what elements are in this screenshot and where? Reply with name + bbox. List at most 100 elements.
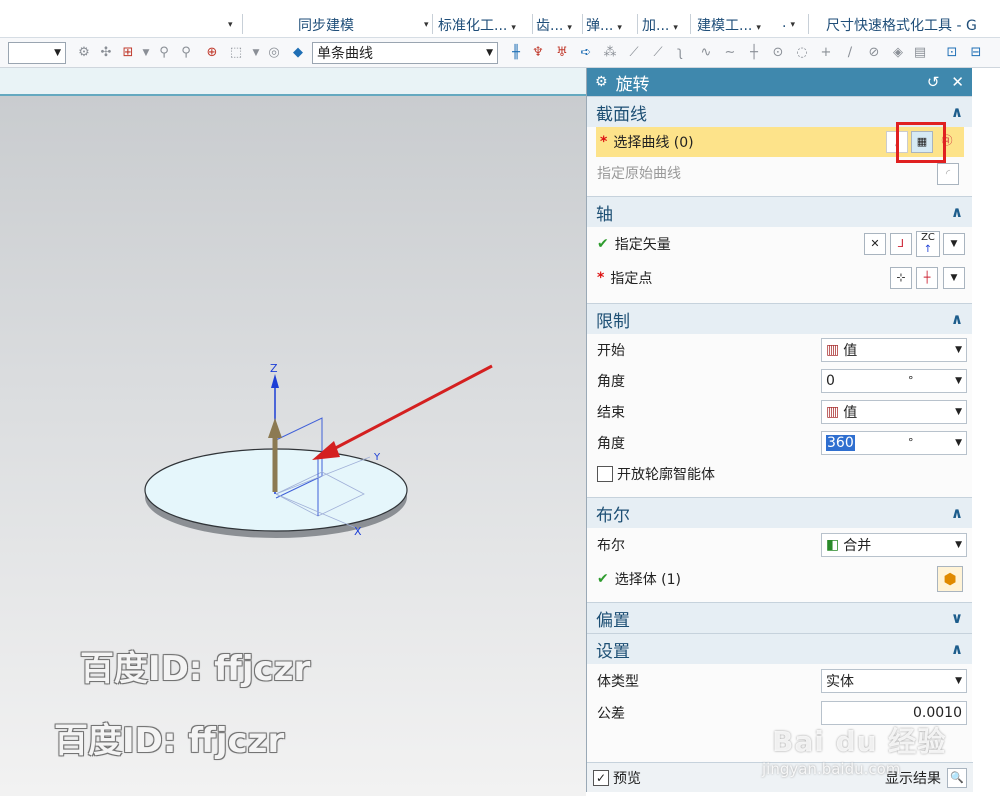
tangent-icon[interactable]: ╫ [508,45,524,61]
point-dialog-icon[interactable]: ⊹ [890,267,912,289]
diamond-icon[interactable]: ◈ [890,45,906,61]
vector-dialog-icon[interactable]: ⅃ [890,233,912,255]
ribbon-dropdown-arrow[interactable]: ▾ [224,15,233,31]
book-icon[interactable]: ▤ [912,45,928,61]
menu-modeling-tools[interactable]: 建模工... ▾ [697,15,761,35]
filter-icon[interactable]: ⚙ [76,45,92,61]
collapse-chevron-icon[interactable]: ∧ [951,310,963,328]
preview-label: 预览 [613,770,641,787]
view-zoom-icon[interactable]: ⊟ [968,45,984,61]
select-curve-row[interactable]: * 选择曲线 (0) ⧸ ▦ ⓠ [596,122,964,163]
separator [242,14,243,34]
snap-icon[interactable]: ⚲ [156,45,172,61]
collapse-chevron-icon[interactable]: ∧ [951,504,963,522]
menu-add[interactable]: 加... ▾ [642,15,678,35]
angle2-label: 角度 [597,435,625,452]
menu-dim-format[interactable]: 尺寸快速格式化工具 - G [826,15,977,35]
body-type-select[interactable]: 实体 ▼ [821,669,967,693]
component-icon[interactable]: ⊕ [204,45,220,61]
separator [690,14,691,34]
start-angle-input[interactable]: 0 ° ▼ [821,368,967,393]
reset-icon[interactable]: ↺ [927,73,940,91]
line-icon[interactable]: ⟋ [626,45,642,61]
section-title: 限制 [596,311,630,332]
open-profile-row[interactable]: 开放轮廓智能体 [587,458,972,489]
point-dropdown-icon[interactable]: ▼ [943,267,965,289]
snap2-icon[interactable]: ⚲ [178,45,194,61]
face-icon[interactable]: ⊘ [866,45,882,61]
feature-icon[interactable]: ⊞ [120,45,136,61]
menu-standardization[interactable]: 标准化工... ▾ [438,15,516,35]
slash-icon[interactable]: ∕ [842,45,858,61]
line2-icon[interactable]: ⟋ [650,45,666,61]
end-label: 结束 [597,404,625,421]
menu-sync-modeling[interactable]: 同步建模 [298,15,354,35]
arc-icon[interactable]: ʅ [672,45,688,61]
limit-angle1-row: 角度 0 ° ▼ [587,365,972,396]
box-select-icon[interactable]: ⬚ [228,45,244,61]
select-body-row[interactable]: ✔ 选择体 (1) ⬢ [587,562,972,596]
section-header-settings[interactable]: 设置 ∧ [587,633,972,664]
menu-arrow[interactable]: ▾ [420,15,429,31]
section-header-limits[interactable]: 限制 ∧ [587,303,972,334]
wave-icon[interactable]: ∼ [722,45,738,61]
stop-intersect-icon[interactable]: ♆ [530,45,546,61]
endpoint-icon[interactable]: ⁂ [602,45,618,61]
reverse-direction-icon[interactable]: ✕ [864,233,886,255]
section-title: 布尔 [596,505,630,526]
vector-dropdown-icon[interactable]: ▼ [943,233,965,255]
select-body-cube-icon[interactable]: ⬢ [937,566,963,592]
point-snap-icon[interactable]: ┼ [916,267,938,289]
start-type-select[interactable]: ▥ 值 ▼ [821,337,967,362]
preview-checkbox[interactable]: ✓ [593,769,609,786]
collapse-chevron-icon[interactable]: ∧ [951,640,963,658]
spline-icon[interactable]: ∿ [698,45,714,61]
open-profile-checkbox[interactable] [597,465,613,482]
body-type-row: 体类型 实体 ▼ [587,664,972,698]
circle-quad-icon[interactable]: ◌ [794,45,810,61]
specify-original-curve-row[interactable]: 指定原始曲线 ◜ [587,157,972,188]
section-header-boolean[interactable]: 布尔 ∧ [587,497,972,528]
collapse-chevron-icon[interactable]: ∧ [951,203,963,221]
section-title: 设置 [596,641,630,662]
separator [808,14,809,34]
expand-chevron-icon[interactable]: ∨ [951,609,963,627]
end-type-select[interactable]: ▥ 值 ▼ [821,399,967,424]
view-fit-icon[interactable]: ⊡ [944,45,960,61]
plus-icon[interactable]: + [818,45,834,61]
close-icon[interactable]: ✕ [951,73,964,91]
limit-angle2-row: 角度 360 ° ▼ [587,427,972,458]
boolean-select[interactable]: ◧ 合并 ▼ [821,533,967,557]
check-icon: ✔ [597,571,609,587]
menu-gear[interactable]: 齿... ▾ [536,15,572,35]
menu-spring[interactable]: 弹... ▾ [586,15,622,35]
vector-zc-button[interactable]: ZC ↑ [916,231,940,257]
specify-point-row[interactable]: * 指定点 ⊹ ┼ ▼ [587,261,972,295]
open-profile-label: 开放轮廓智能体 [617,466,715,483]
dropdown-arrow-icon[interactable]: ▼ [248,45,264,61]
dialog-title-bar[interactable]: ⚙ 旋转 ↺ ✕ [587,68,972,96]
angle1-label: 角度 [597,373,625,390]
path-icon[interactable]: ♅ [554,45,570,61]
solid-icon[interactable]: ◆ [290,45,306,61]
cross-icon[interactable]: ┼ [746,45,762,61]
menu-more[interactable]: . ▾ [782,15,795,31]
dropdown-arrow-icon[interactable]: ▼ [138,45,154,61]
graphics-viewport[interactable]: Z X Y 百度ID: ffjczr 百度ID: ffjczr [0,96,586,796]
boolean-label: 布尔 [597,538,625,554]
specify-vector-row[interactable]: ✔ 指定矢量 ✕ ⅃ ZC ↑ ▼ [587,227,972,261]
section-header-offset[interactable]: 偏置 ∨ [587,602,972,633]
arrow-icon[interactable]: ➪ [578,45,594,61]
type-filter-combo[interactable]: ▼ [8,42,66,64]
select-curve-label: 选择曲线 (0) [613,135,694,151]
end-angle-input[interactable]: 360 ° ▼ [821,430,967,455]
collapse-chevron-icon[interactable]: ∧ [951,103,963,121]
view-icon[interactable]: ◎ [266,45,282,61]
circle-center-icon[interactable]: ⊙ [770,45,786,61]
select-icon[interactable]: ✣ [98,45,114,61]
original-curve-icon[interactable]: ◜ [937,163,959,185]
section-header-axis[interactable]: 轴 ∧ [587,196,972,227]
section-title: 轴 [596,204,613,225]
curve-rule-combo[interactable]: 单条曲线 ▼ [312,42,498,64]
show-result-icon[interactable]: 🔍 [947,767,967,788]
